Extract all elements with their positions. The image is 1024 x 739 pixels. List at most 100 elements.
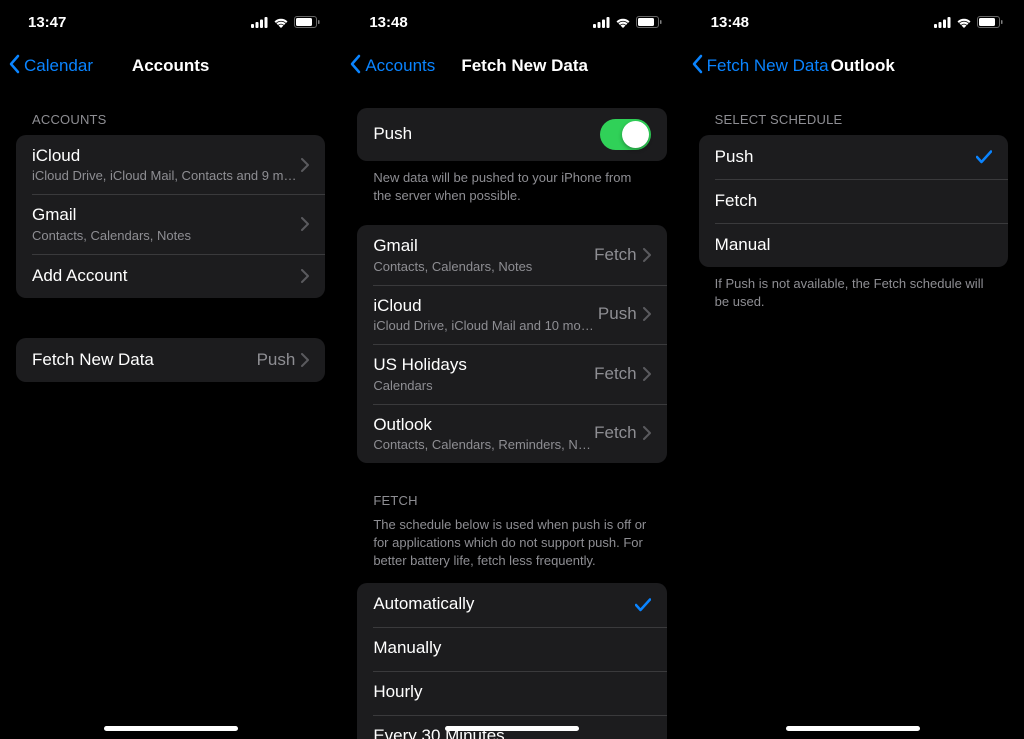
status-bar: 13:48 bbox=[683, 0, 1024, 44]
item-subtitle: iCloud Drive, iCloud Mail and 10 more… bbox=[373, 318, 598, 333]
item-title: Fetch New Data bbox=[32, 350, 257, 370]
chevron-right-icon bbox=[643, 367, 651, 381]
battery-icon bbox=[294, 16, 321, 28]
item-title: iCloud bbox=[32, 146, 301, 166]
checkmark-icon bbox=[976, 150, 992, 164]
schedule-push[interactable]: Push bbox=[699, 135, 1008, 179]
item-subtitle: iCloud Drive, iCloud Mail, Contacts and … bbox=[32, 168, 301, 183]
accounts-list: iCloud iCloud Drive, iCloud Mail, Contac… bbox=[16, 135, 325, 298]
page-title: Fetch New Data bbox=[461, 56, 588, 76]
push-toggle-row[interactable]: Push bbox=[357, 108, 666, 161]
screen-outlook: 13:48 Fetch New Data Outlook SELECT SCHE… bbox=[683, 0, 1024, 739]
account-gmail-fetch[interactable]: Gmail Contacts, Calendars, Notes Fetch bbox=[357, 225, 666, 284]
fetch-new-data[interactable]: Fetch New Data Push bbox=[16, 338, 325, 382]
accounts-fetch-list: Gmail Contacts, Calendars, Notes Fetch i… bbox=[357, 225, 666, 463]
item-title: Push bbox=[715, 147, 976, 167]
schedule-manual[interactable]: Manual bbox=[699, 223, 1008, 267]
item-title: Gmail bbox=[373, 236, 594, 256]
fetch-list: Fetch New Data Push bbox=[16, 338, 325, 382]
wifi-icon bbox=[273, 17, 289, 28]
back-button[interactable]: Calendar bbox=[8, 54, 93, 79]
wifi-icon bbox=[615, 17, 631, 28]
home-indicator[interactable] bbox=[786, 726, 920, 731]
account-us-holidays-fetch[interactable]: US Holidays Calendars Fetch bbox=[357, 344, 666, 403]
battery-icon bbox=[977, 16, 1004, 28]
status-indicators bbox=[934, 16, 1004, 28]
chevron-right-icon bbox=[301, 217, 309, 231]
screen-accounts: 13:47 Calendar Accounts ACCOUNTS iCloud … bbox=[0, 0, 341, 739]
chevron-right-icon bbox=[643, 307, 651, 321]
group-footer: If Push is not available, the Fetch sche… bbox=[683, 267, 1024, 311]
group-header-fetch: FETCH bbox=[341, 463, 682, 516]
screen-fetch-new-data: 13:48 Accounts Fetch New Data Push New d… bbox=[341, 0, 682, 739]
wifi-icon bbox=[956, 17, 972, 28]
item-title: iCloud bbox=[373, 296, 598, 316]
home-indicator[interactable] bbox=[445, 726, 579, 731]
back-button[interactable]: Fetch New Data bbox=[691, 54, 829, 79]
item-value: Push bbox=[598, 304, 637, 324]
chevron-left-icon bbox=[691, 54, 703, 79]
item-title: Hourly bbox=[373, 682, 650, 702]
group-footer: New data will be pushed to your iPhone f… bbox=[341, 161, 682, 205]
item-value: Fetch bbox=[594, 364, 637, 384]
cellular-icon bbox=[593, 17, 610, 28]
item-title: Fetch bbox=[715, 191, 992, 211]
page-title: Outlook bbox=[831, 56, 895, 76]
group-description: The schedule below is used when push is … bbox=[341, 516, 682, 583]
item-title: Gmail bbox=[32, 205, 301, 225]
item-title: Manual bbox=[715, 235, 992, 255]
battery-icon bbox=[636, 16, 663, 28]
chevron-right-icon bbox=[301, 269, 309, 283]
group-header-accounts: ACCOUNTS bbox=[0, 88, 341, 135]
add-account[interactable]: Add Account bbox=[16, 254, 325, 298]
schedule-hourly[interactable]: Hourly bbox=[357, 671, 666, 715]
push-toggle[interactable] bbox=[600, 119, 651, 150]
status-indicators bbox=[251, 16, 321, 28]
account-outlook-fetch[interactable]: Outlook Contacts, Calendars, Reminders, … bbox=[357, 404, 666, 463]
cellular-icon bbox=[251, 17, 268, 28]
content: SELECT SCHEDULE Push Fetch Manual If Pus… bbox=[683, 88, 1024, 739]
item-title: Automatically bbox=[373, 594, 634, 614]
cellular-icon bbox=[934, 17, 951, 28]
item-value: Push bbox=[257, 350, 296, 370]
item-title: Manually bbox=[373, 638, 650, 658]
back-label: Fetch New Data bbox=[707, 56, 829, 76]
status-time: 13:48 bbox=[369, 14, 407, 31]
item-subtitle: Calendars bbox=[373, 378, 594, 393]
item-value: Fetch bbox=[594, 423, 637, 443]
page-title: Accounts bbox=[132, 56, 209, 76]
status-bar: 13:48 bbox=[341, 0, 682, 44]
nav-bar: Calendar Accounts bbox=[0, 44, 341, 88]
schedule-fetch[interactable]: Fetch bbox=[699, 179, 1008, 223]
schedule-list: Push Fetch Manual bbox=[699, 135, 1008, 267]
chevron-right-icon bbox=[301, 353, 309, 367]
group-header-schedule: SELECT SCHEDULE bbox=[683, 88, 1024, 135]
schedule-automatically[interactable]: Automatically bbox=[357, 583, 666, 627]
chevron-right-icon bbox=[643, 248, 651, 262]
item-title: US Holidays bbox=[373, 355, 594, 375]
account-icloud[interactable]: iCloud iCloud Drive, iCloud Mail, Contac… bbox=[16, 135, 325, 194]
item-subtitle: Contacts, Calendars, Reminders, Notes bbox=[373, 437, 594, 452]
item-subtitle: Contacts, Calendars, Notes bbox=[32, 228, 301, 243]
nav-bar: Accounts Fetch New Data bbox=[341, 44, 682, 88]
chevron-right-icon bbox=[643, 426, 651, 440]
schedule-manually[interactable]: Manually bbox=[357, 627, 666, 671]
content: Push New data will be pushed to your iPh… bbox=[341, 88, 682, 739]
content: ACCOUNTS iCloud iCloud Drive, iCloud Mai… bbox=[0, 88, 341, 739]
back-button[interactable]: Accounts bbox=[349, 54, 435, 79]
chevron-left-icon bbox=[8, 54, 20, 79]
back-label: Accounts bbox=[365, 56, 435, 76]
item-title: Add Account bbox=[32, 266, 301, 286]
status-bar: 13:47 bbox=[0, 0, 341, 44]
home-indicator[interactable] bbox=[104, 726, 238, 731]
item-value: Fetch bbox=[594, 245, 637, 265]
status-time: 13:48 bbox=[711, 14, 749, 31]
account-gmail[interactable]: Gmail Contacts, Calendars, Notes bbox=[16, 194, 325, 253]
item-title: Outlook bbox=[373, 415, 594, 435]
checkmark-icon bbox=[635, 598, 651, 612]
account-icloud-fetch[interactable]: iCloud iCloud Drive, iCloud Mail and 10 … bbox=[357, 285, 666, 344]
item-title: Push bbox=[373, 124, 599, 144]
item-subtitle: Contacts, Calendars, Notes bbox=[373, 259, 594, 274]
back-label: Calendar bbox=[24, 56, 93, 76]
fetch-schedule-list: Automatically Manually Hourly Every 30 M… bbox=[357, 583, 666, 739]
